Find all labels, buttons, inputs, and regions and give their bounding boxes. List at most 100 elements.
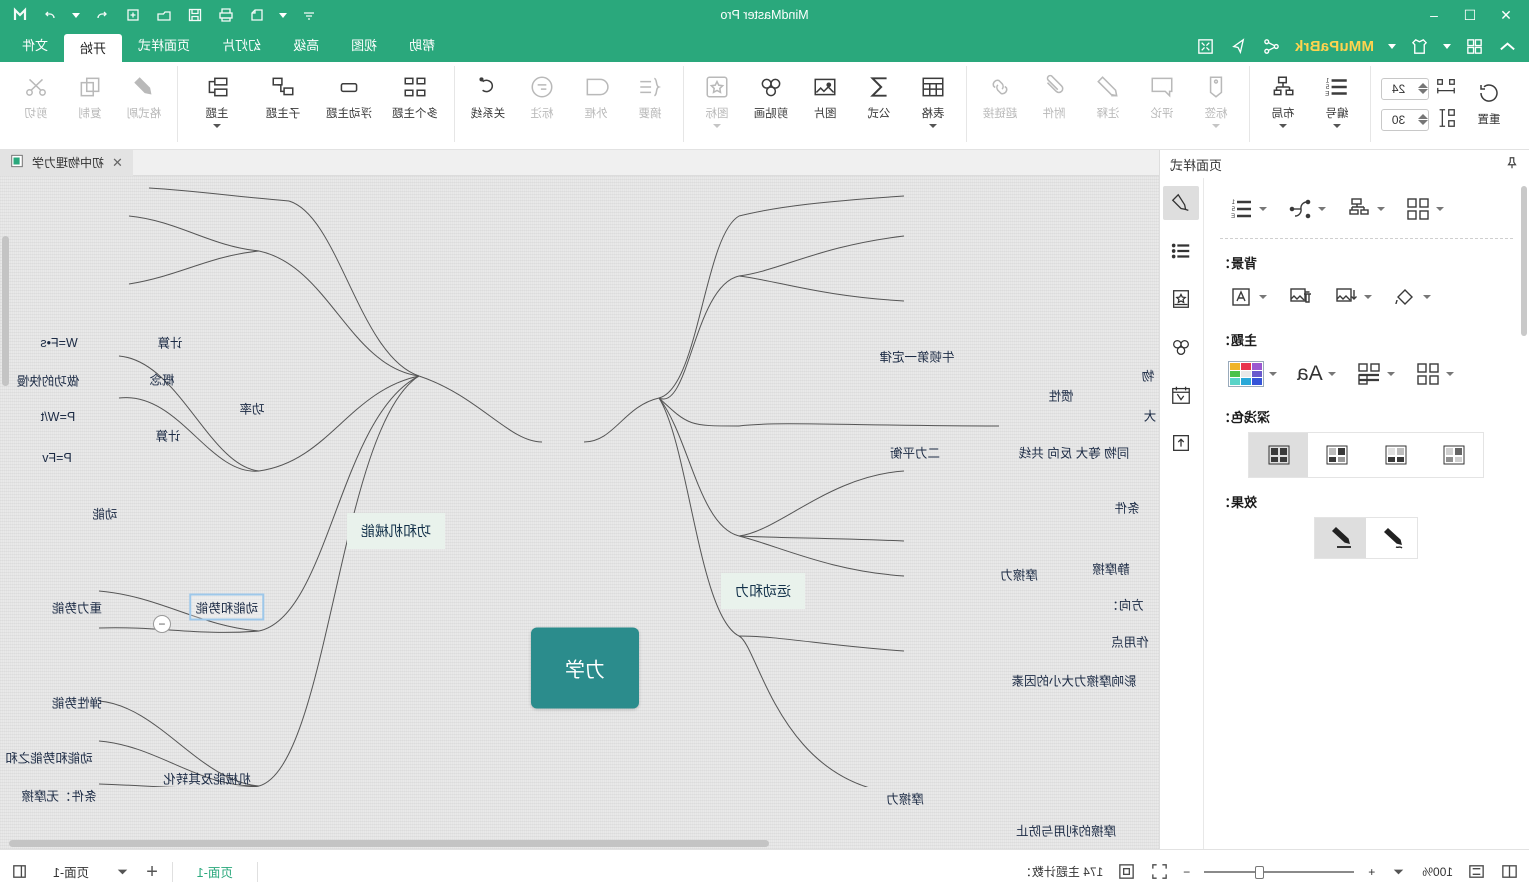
icon-library-button[interactable]: 图标 [690, 66, 744, 128]
structure-button[interactable] [1336, 190, 1395, 228]
new-icon[interactable] [124, 6, 142, 24]
node-power-concept[interactable]: 概念 [145, 368, 178, 391]
redo-chevron-icon[interactable] [72, 12, 80, 18]
zoom-in-button[interactable]: + [1368, 865, 1375, 879]
zoom-slider-knob[interactable] [1255, 865, 1265, 879]
node-work-formula[interactable]: W=F•s [36, 334, 81, 352]
close-icon[interactable]: ✕ [112, 155, 123, 171]
paste-button[interactable]: 粘贴 [0, 66, 9, 128]
chevron-down-icon[interactable] [1436, 207, 1444, 211]
vertical-spacing-stepper[interactable]: 30 [1381, 108, 1429, 131]
view-layout-icon[interactable] [10, 862, 29, 881]
chevron-down-icon[interactable] [713, 124, 721, 128]
hyperlink-button[interactable]: 超链接 [973, 66, 1027, 121]
redo-icon[interactable] [41, 6, 59, 24]
cursor-icon[interactable] [1229, 37, 1248, 56]
add-page-button[interactable]: + [146, 861, 158, 883]
open-icon[interactable] [155, 6, 173, 24]
fit-selection-icon[interactable] [1467, 862, 1486, 881]
format-painter-button[interactable]: 格式刷 [117, 66, 171, 121]
branch-button[interactable] [1277, 190, 1336, 228]
chevron-down-icon[interactable] [1386, 372, 1395, 376]
minimize-icon[interactable]: – [1425, 7, 1443, 23]
shade-swatch-3[interactable] [1308, 433, 1367, 477]
zoom-value[interactable]: 100% [1422, 865, 1453, 879]
undo-icon[interactable] [93, 6, 111, 24]
formula-button[interactable]: 公式 [852, 66, 906, 121]
copy-button[interactable]: 复制 [63, 66, 117, 121]
remove-image-button[interactable] [1277, 278, 1323, 316]
node-power[interactable]: 功率 [235, 397, 268, 420]
node-power-calculation[interactable]: 计算 [151, 424, 184, 447]
node-friction-force-2[interactable]: 摩擦力 [882, 787, 928, 810]
collapse-ribbon-icon[interactable] [1498, 37, 1517, 56]
node-power-formula-2[interactable]: P=Fv [38, 449, 76, 467]
clipart-button[interactable]: 剪贴画 [744, 66, 798, 121]
cut-button[interactable]: 剪切 [9, 66, 63, 121]
chevron-down-icon[interactable] [1327, 372, 1336, 376]
node-work-and-mechanical-energy[interactable]: 功和机械能 [347, 513, 445, 549]
node-action-point[interactable]: 作用点 [1107, 630, 1153, 653]
node-balance-conditions-detail[interactable]: 同物 等大 反向 共线 [1015, 441, 1133, 464]
tag-button[interactable]: 标签 [1189, 66, 1243, 128]
chevron-down-icon[interactable] [929, 124, 937, 128]
fullscreen-icon[interactable] [1150, 862, 1169, 881]
chevron-down-icon[interactable] [1318, 207, 1326, 211]
node-direction[interactable]: 方向： [1102, 593, 1148, 616]
reset-button[interactable]: 重置 [1461, 66, 1517, 142]
node-object[interactable]: 物 [1138, 364, 1159, 387]
node-friction-use-prevent[interactable]: 摩擦的利用与防止 [1012, 819, 1120, 842]
chevron-down-icon[interactable] [1389, 862, 1408, 881]
theme-gallery-button-2[interactable] [1405, 355, 1464, 393]
node-motion-and-force[interactable]: 运动和力 [721, 573, 805, 609]
boundary-button[interactable]: 外框 [569, 66, 623, 121]
fit-page-icon[interactable] [1117, 862, 1136, 881]
chevron-down-icon[interactable] [1377, 207, 1385, 211]
attachment-button[interactable]: 附件 [1027, 66, 1081, 121]
save-icon[interactable] [186, 6, 204, 24]
chevron-down-icon[interactable] [1259, 295, 1267, 299]
insert-image-button[interactable] [1323, 278, 1382, 316]
share-icon[interactable] [1262, 37, 1281, 56]
more-icon[interactable] [300, 6, 318, 24]
print-icon[interactable] [217, 6, 235, 24]
node-work-calculation[interactable]: 计算 [153, 331, 186, 354]
shade-swatch-1[interactable] [1425, 433, 1484, 477]
theme-gallery-button[interactable] [1395, 190, 1454, 228]
node-kinetic-energy[interactable]: 动能 [88, 502, 121, 525]
node-elastic-potential-energy[interactable]: 弹性势能 [48, 691, 106, 714]
chevron-down-icon[interactable] [1333, 124, 1341, 128]
floating-topic-button[interactable]: 浮动主题 [316, 66, 382, 121]
zoom-slider[interactable] [1204, 865, 1355, 879]
node-mechanical-energy-conversion[interactable]: 机械能及其转化 [159, 767, 255, 790]
fill-color-button[interactable] [1382, 278, 1441, 316]
chevron-down-icon[interactable] [1259, 207, 1267, 211]
panel-scrollbar[interactable] [1521, 186, 1527, 336]
node-root-mechanics[interactable]: 力学 [531, 627, 639, 709]
chevron-down-icon[interactable] [1364, 295, 1372, 299]
document-tab[interactable]: ✕ 初中物理力学 [0, 150, 133, 176]
note-button[interactable]: 注释 [1081, 66, 1135, 121]
node-gravitational-potential-energy[interactable]: 重力势能 [48, 596, 106, 619]
image-button[interactable]: 图片 [798, 66, 852, 121]
tab-help[interactable]: 帮助 [393, 29, 451, 62]
effect-line-button[interactable] [1315, 518, 1367, 558]
shade-swatch-2[interactable] [1367, 433, 1426, 477]
maximize-icon[interactable]: ☐ [1461, 7, 1479, 23]
chevron-down-icon[interactable] [213, 124, 221, 128]
topic-button[interactable]: 主题 [184, 66, 250, 128]
page-thumbnail-label[interactable]: 页面-1 [43, 860, 99, 883]
theme-color-button[interactable] [1218, 355, 1287, 393]
rail-outline-button[interactable] [1164, 234, 1200, 268]
shirt-icon[interactable] [1410, 37, 1429, 56]
layout-button[interactable]: 布局 [1256, 66, 1310, 128]
node-friction-factors[interactable]: 影响摩擦力大小的因素 [1007, 669, 1140, 692]
effect-squiggle-button[interactable] [1367, 518, 1418, 558]
structure-list-button[interactable]: 15E [1218, 190, 1277, 228]
mindmap-canvas[interactable]: 牛顿第一定律 惯性 物 大 二力平衡 同物 等大 反向 共线 条件 静摩擦 摩擦… [0, 176, 1159, 849]
rail-style-brush-button[interactable] [1163, 186, 1200, 220]
rail-icon-library-button[interactable] [1164, 282, 1200, 316]
rail-task-calendar-button[interactable] [1164, 378, 1200, 412]
canvas-horizontal-scrollbar[interactable] [9, 840, 769, 847]
fullscreen-icon[interactable] [1196, 37, 1215, 56]
